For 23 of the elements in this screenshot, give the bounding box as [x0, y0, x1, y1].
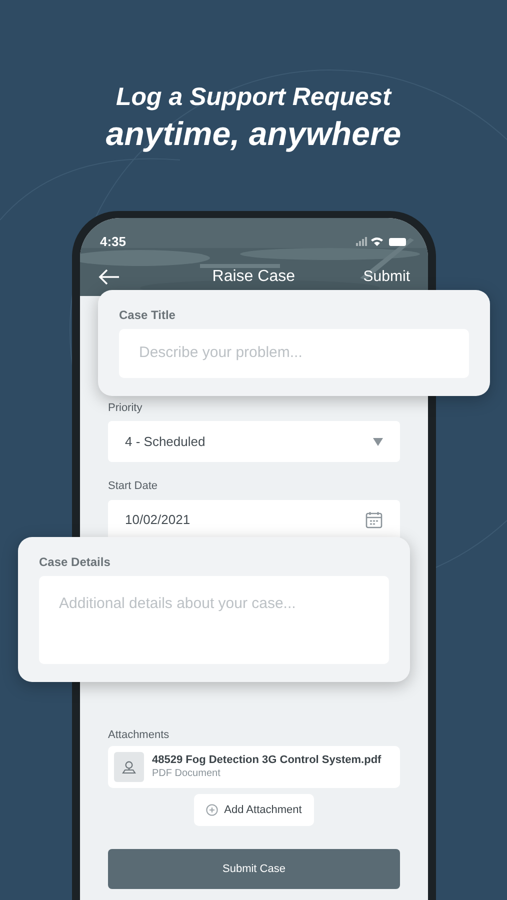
field-label: Case Title: [119, 307, 176, 324]
submit-case-button[interactable]: Submit Case: [108, 849, 400, 889]
status-time: 4:35: [100, 232, 126, 250]
field-label: Priority: [108, 400, 144, 416]
screen-title: Raise Case: [212, 267, 295, 287]
priority-select[interactable]: 4 - Scheduled: [108, 421, 400, 462]
file-name: 48529 Fog Detection 3G Control System.pdf: [152, 754, 382, 768]
plus-circle-icon: [206, 804, 218, 816]
file-type: PDF Document: [152, 768, 222, 780]
attachments-label: Attachments: [108, 728, 170, 742]
add-attachment-button[interactable]: Add Attachment: [194, 794, 314, 826]
caret-icon: [373, 438, 383, 446]
field-label: Start Date: [108, 479, 159, 494]
headline: Log a Support Request: [116, 82, 391, 113]
field-label: Case Details: [39, 554, 112, 571]
headline: anytime, anywhere: [106, 114, 402, 154]
back-arrow-icon: [98, 269, 120, 285]
back-button[interactable]: [98, 269, 120, 285]
status-icons: [356, 236, 408, 247]
location-pin-icon: [122, 760, 136, 774]
calendar-icon: [365, 511, 383, 529]
submit-link[interactable]: Submit: [363, 266, 410, 288]
attachment-item[interactable]: 48529 Fog Detection 3G Control System.pdf PDF Document: [108, 746, 400, 788]
